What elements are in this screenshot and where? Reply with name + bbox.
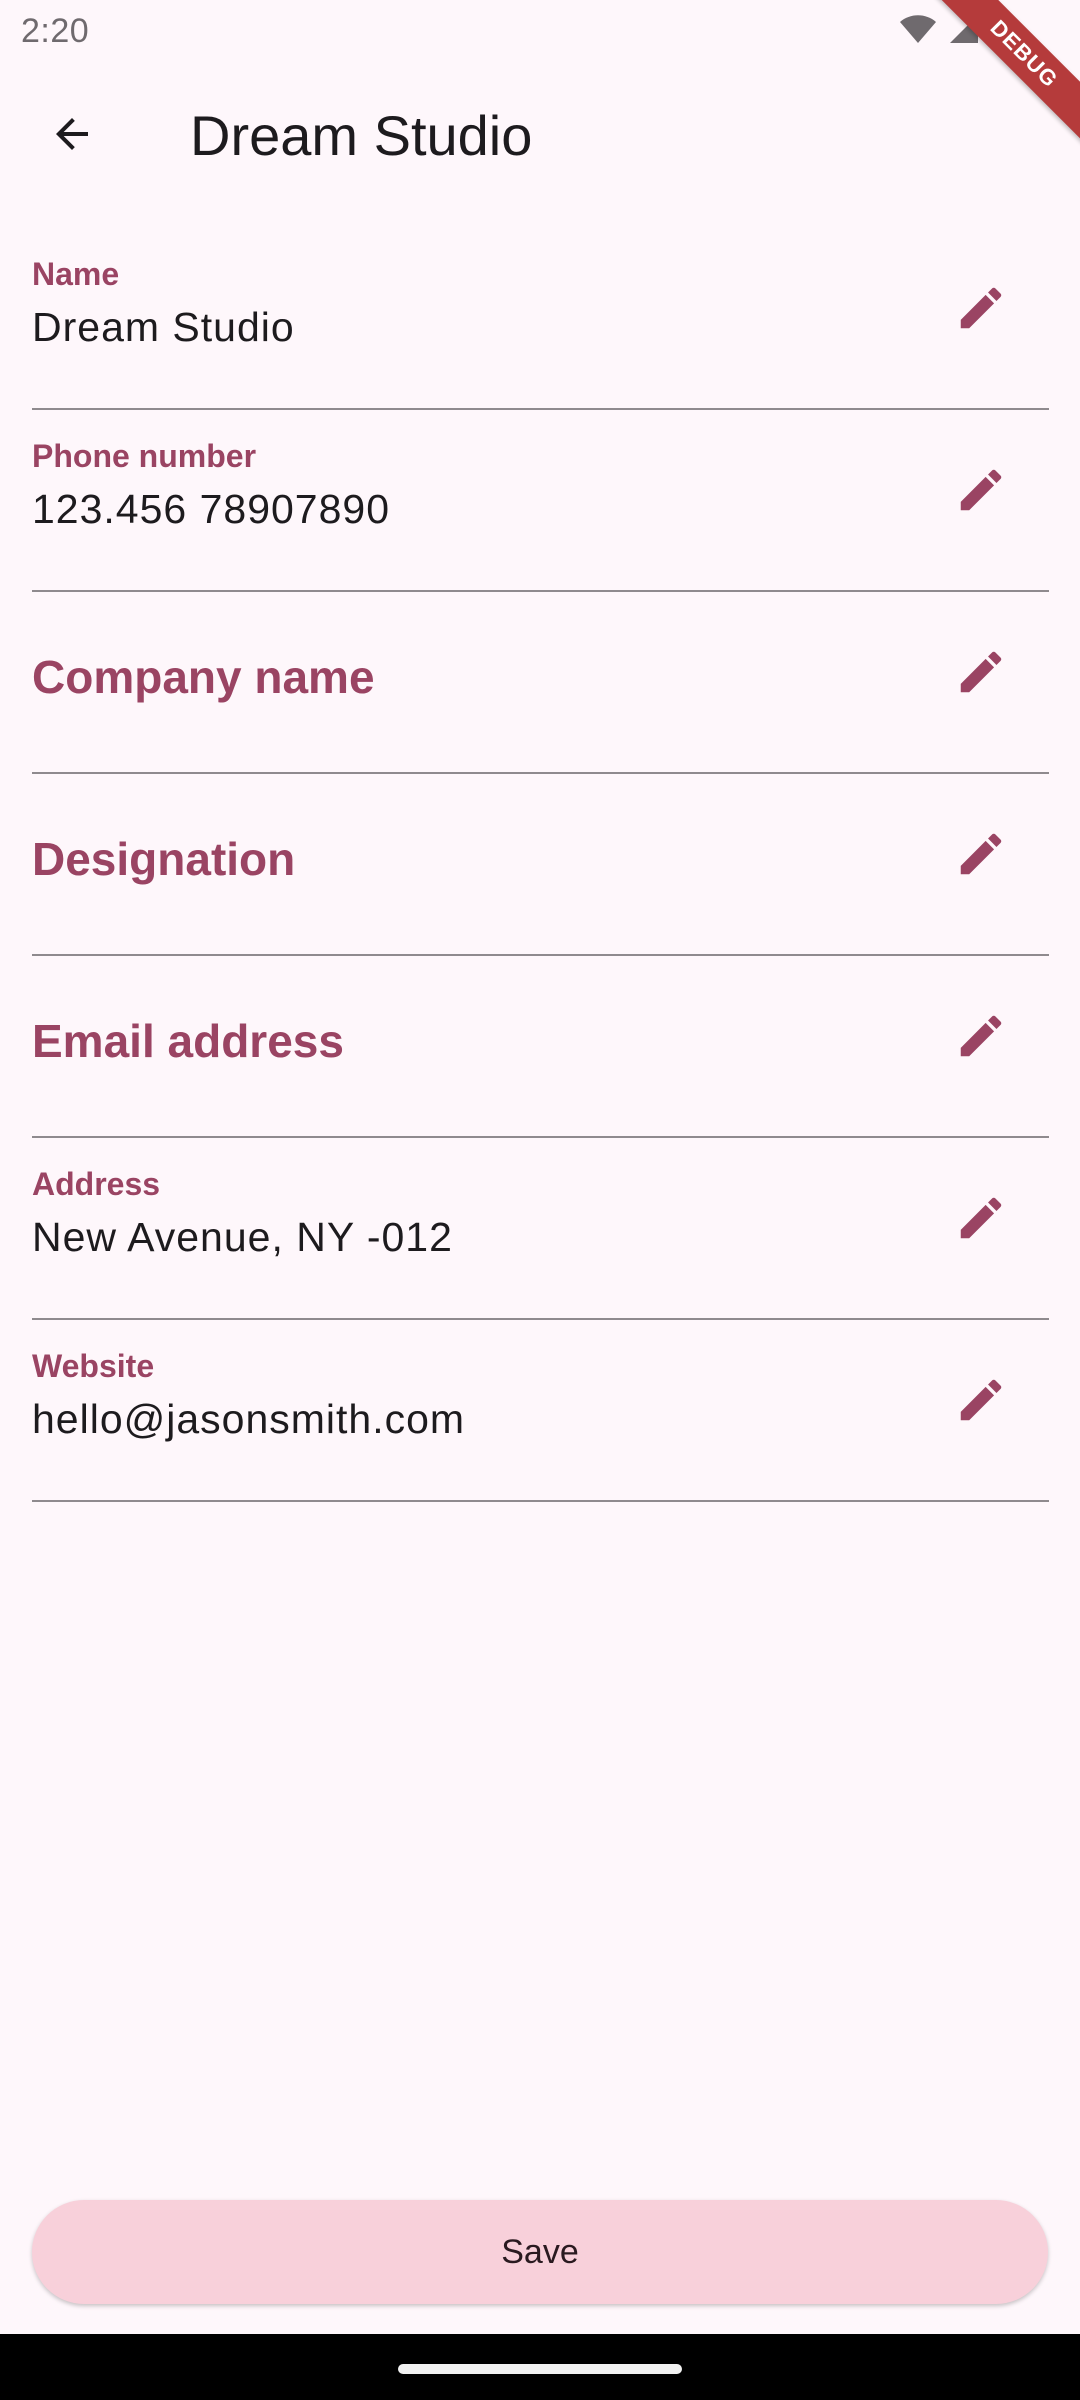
email-address-field-label: Email address <box>32 1015 344 1067</box>
company-name-field[interactable]: Company name <box>32 592 1049 774</box>
name-field[interactable]: Name Dream Studio <box>32 228 1049 410</box>
name-field-label: Name <box>32 256 120 292</box>
edit-icon[interactable] <box>949 1004 1013 1068</box>
name-field-value[interactable]: Dream Studio <box>32 304 295 351</box>
address-field-label: Address <box>32 1166 161 1202</box>
edit-icon[interactable] <box>949 1186 1013 1250</box>
email-address-field[interactable]: Email address <box>32 956 1049 1138</box>
phone-number-field[interactable]: Phone number 123.456 78907890 <box>32 410 1049 592</box>
designation-field-label: Designation <box>32 833 296 885</box>
page-title: Dream Studio <box>190 104 533 167</box>
save-button-label: Save <box>501 2232 579 2271</box>
edit-icon[interactable] <box>949 276 1013 340</box>
edit-icon[interactable] <box>949 640 1013 704</box>
app-bar: Dream Studio <box>0 64 1080 208</box>
address-field-value[interactable]: New Avenue, NY -012 <box>32 1214 453 1261</box>
save-button[interactable]: Save <box>32 2200 1048 2304</box>
arrow-back-icon <box>48 110 96 163</box>
edit-icon[interactable] <box>949 1368 1013 1432</box>
phone-number-field-value[interactable]: 123.456 78907890 <box>32 486 390 533</box>
address-field[interactable]: Address New Avenue, NY -012 <box>32 1138 1049 1320</box>
website-field-label: Website <box>32 1348 155 1384</box>
company-name-field-label: Company name <box>32 651 375 703</box>
wifi-icon <box>898 13 938 45</box>
back-button[interactable] <box>24 96 120 176</box>
website-field-value[interactable]: hello@jasonsmith.com <box>32 1396 465 1443</box>
edit-icon[interactable] <box>949 822 1013 886</box>
contact-form: Name Dream Studio Phone number 123.456 7… <box>32 228 1049 1502</box>
edit-icon[interactable] <box>949 458 1013 522</box>
status-bar: 2:20 <box>0 0 1080 64</box>
system-nav-bar <box>0 2334 1080 2400</box>
website-field[interactable]: Website hello@jasonsmith.com <box>32 1320 1049 1502</box>
designation-field[interactable]: Designation <box>32 774 1049 956</box>
home-indicator[interactable] <box>398 2364 682 2374</box>
phone-number-field-label: Phone number <box>32 438 257 474</box>
status-time: 2:20 <box>21 12 90 50</box>
